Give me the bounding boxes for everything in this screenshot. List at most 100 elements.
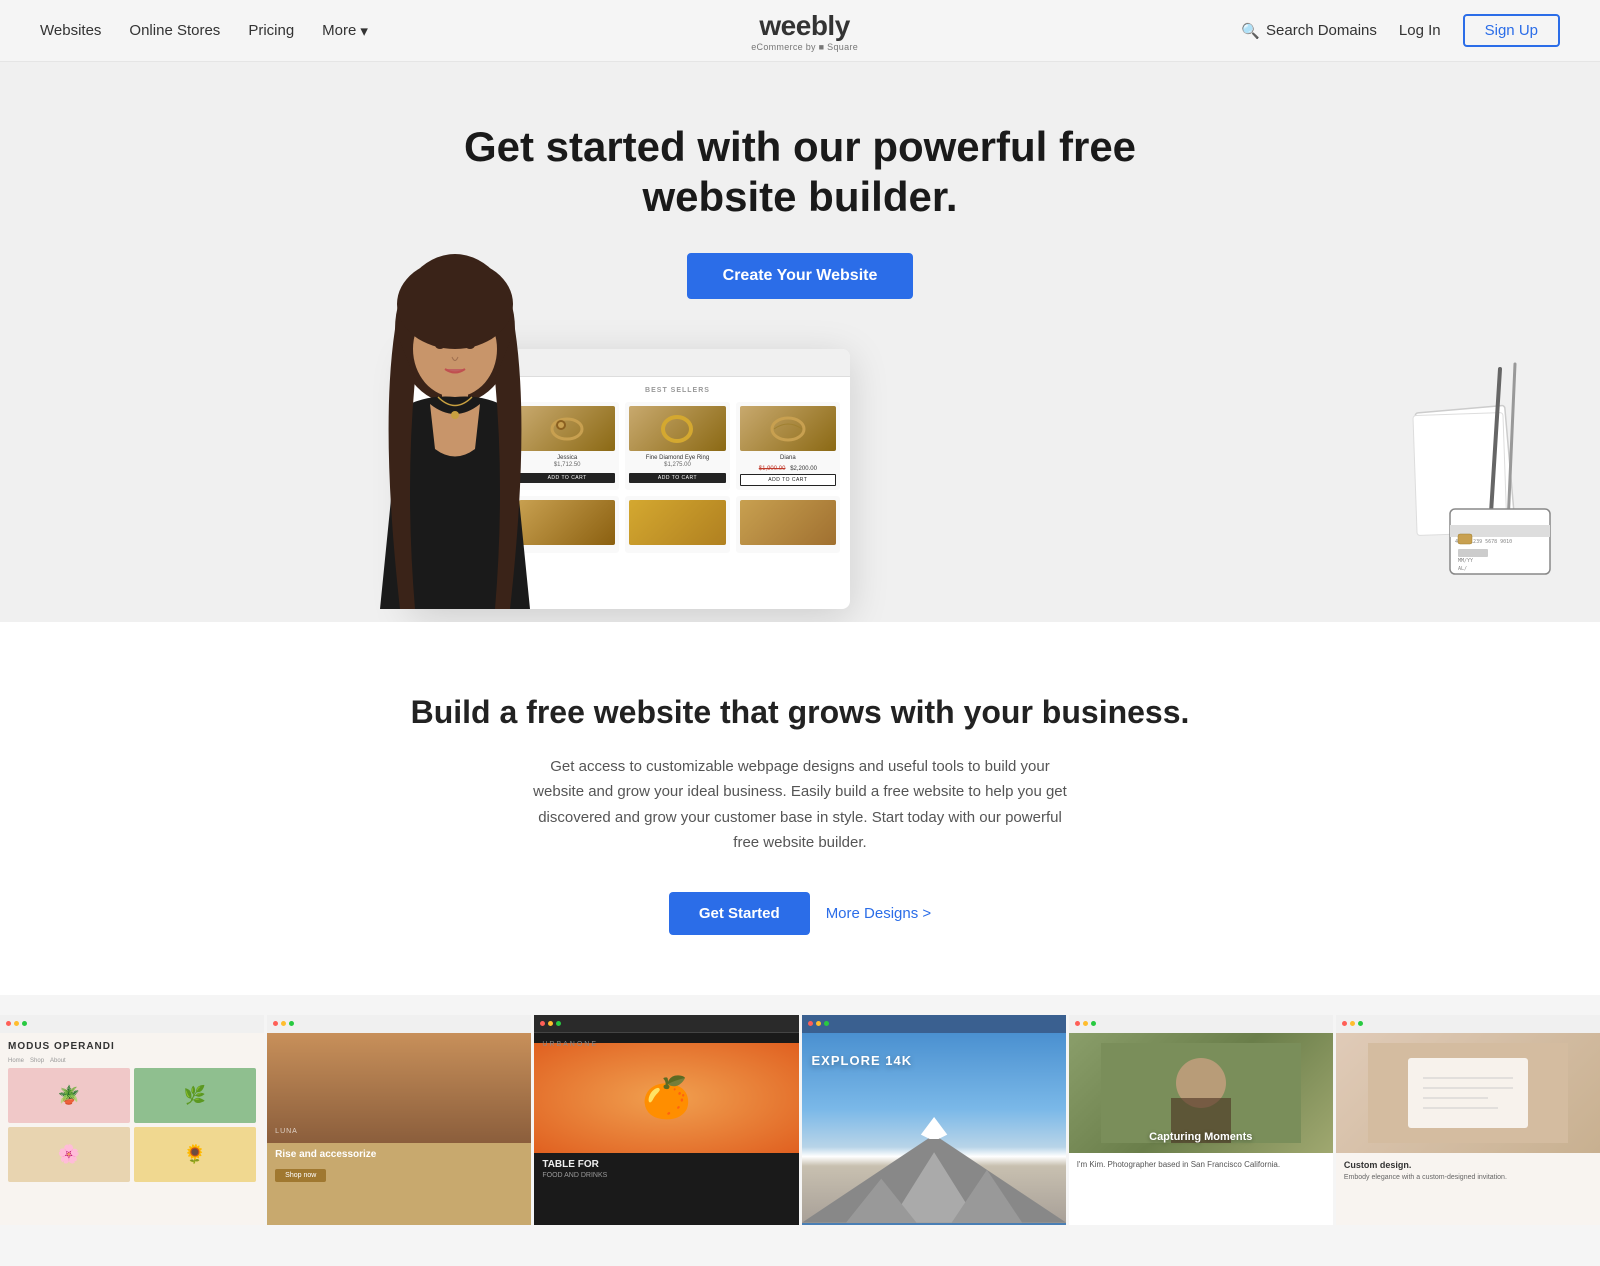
tpl-dot-green [1358,1021,1363,1026]
tpl-dot-red [273,1021,278,1026]
nav-pricing[interactable]: Pricing [248,22,294,39]
tpl-dot-red [1075,1021,1080,1026]
product-price: $1,900.00 [759,466,786,472]
template-card-custom: Custom design. Embody elegance with a cu… [1333,1015,1600,1225]
svg-text:AL/: AL/ [1458,566,1467,572]
tpl-nav-row: Home Shop About [8,1058,256,1064]
tpl-browser-bar [0,1015,264,1033]
product-card [625,496,729,553]
tpl-dot-yellow [816,1021,821,1026]
custom-name: Custom design. [1344,1159,1592,1172]
tpl-browser-bar [534,1015,798,1033]
nav-right: 🔍 Search Domains Log In Sign Up [1241,14,1560,47]
urban-sub: FOOD AND DRINKS [542,1172,790,1179]
hero-section: Get started with our powerful free websi… [0,62,1600,622]
nav-more[interactable]: More ▾ [322,22,368,40]
product-card [736,496,840,553]
nav-online-stores[interactable]: Online Stores [129,22,220,39]
hero-headline: Get started with our powerful free websi… [450,122,1150,223]
tpl-img: 🌿 [134,1068,256,1123]
tpl-dot-yellow [14,1021,19,1026]
product-grid: Jessica $1,712.50 ADD TO CART Fine Diamo… [515,402,840,490]
luna-tagline: Rise and accessorize [275,1149,523,1160]
tpl-browser-bar [267,1015,531,1033]
mountain-svg [802,1117,1066,1223]
tpl-browser-bar [802,1015,1066,1033]
kim-tagline: Capturing Moments [1069,1131,1333,1143]
product-card: Fine Diamond Eye Ring $1,275.00 ADD TO C… [625,402,729,490]
add-to-cart-button[interactable]: ADD TO CART [629,473,725,483]
luna-hero-overlay: LUNA [275,1128,298,1135]
tpl-modus-inner: MODUS OPERANDI Home Shop About 🪴 🌿 🌸 🌻 [0,1033,264,1190]
product-price: $1,275.00 [629,462,725,468]
product-image [629,500,725,545]
tpl-highland-inner: EXPLORE 14K [802,1033,1066,1223]
tpl-urban-inner: URBANONE 🍊 TABLE FOR FOOD AND DRINKS [534,1033,798,1191]
template-card-kim: Capturing Moments I'm Kim. Photographer … [1066,1015,1333,1225]
features-buttons: Get Started More Designs > [20,892,1580,935]
tpl-dot-green [22,1021,27,1026]
best-sellers-title: BEST SELLERS [515,387,840,394]
tpl-custom-inner: Custom design. Embody elegance with a cu… [1336,1033,1600,1223]
hero-woman-figure [350,249,560,609]
template-card-luna: LUNA Rise and accessorize Shop now [264,1015,531,1225]
hero-visual: △ BLAIR LAUREN BROWN LOOKBOOK BRIDAL CUS… [20,349,1580,609]
luna-hero-img: LUNA [267,1033,531,1143]
logo-brand: weebly [751,10,858,42]
tpl-browser-bar [1336,1015,1600,1033]
add-to-cart-button[interactable]: ADD TO CART [740,474,836,486]
logo: weebly eCommerce by ■ Square [751,10,858,52]
kim-sub: I'm Kim. Photographer based in San Franc… [1077,1159,1325,1171]
product-grid-row2 [515,496,840,553]
custom-text-block: Custom design. Embody elegance with a cu… [1336,1153,1600,1189]
template-card-modus: MODUS OPERANDI Home Shop About 🪴 🌿 🌸 🌻 [0,1015,264,1225]
tpl-dot-yellow [548,1021,553,1026]
logo-sub: eCommerce by ■ Square [751,42,858,52]
urban-hero-img: 🍊 [534,1043,798,1153]
tpl-browser-bar [1069,1015,1333,1033]
luna-brand: LUNA [275,1128,298,1135]
hero-sketch-decoration: 4417 1239 5678 9010 MM/YY AL/ [1360,329,1560,609]
features-body: Get access to customizable webpage desig… [525,754,1075,856]
urban-tagline: TABLE FOR [542,1159,790,1170]
create-website-button[interactable]: Create Your Website [687,253,914,299]
tpl-img: 🌻 [134,1127,256,1182]
nav-links: Websites Online Stores Pricing More ▾ [40,22,368,40]
tpl-luna-inner: LUNA Rise and accessorize Shop now [267,1033,531,1190]
search-domains-button[interactable]: 🔍 Search Domains [1241,22,1377,40]
kim-hero-img: Capturing Moments [1069,1033,1333,1153]
tpl-modus-title: MODUS OPERANDI [8,1041,256,1052]
tpl-dot-yellow [1083,1021,1088,1026]
kim-text-block: I'm Kim. Photographer based in San Franc… [1069,1153,1333,1177]
tpl-dot-red [540,1021,545,1026]
nav-more-label: More [322,22,356,39]
tpl-dot-yellow [281,1021,286,1026]
tpl-modus-grid: 🪴 🌿 🌸 🌻 [8,1068,256,1182]
tpl-kim-inner: Capturing Moments I'm Kim. Photographer … [1069,1033,1333,1223]
tpl-dot-yellow [1350,1021,1355,1026]
tpl-dot-red [808,1021,813,1026]
template-card-highland: EXPLORE 14K [799,1015,1066,1225]
login-button[interactable]: Log In [1399,22,1441,39]
tpl-dot-green [556,1021,561,1026]
product-image [740,500,836,545]
tpl-dot-red [6,1021,11,1026]
get-started-button[interactable]: Get Started [669,892,810,935]
custom-sub: Embody elegance with a custom-designed i… [1344,1173,1592,1183]
template-card-urban: URBANONE 🍊 TABLE FOR FOOD AND DRINKS [531,1015,798,1225]
svg-text:MM/YY: MM/YY [1458,558,1473,564]
luna-cta-button[interactable]: Shop now [275,1169,326,1182]
product-card: Diana $1,900.00 $2,200.00 ADD TO CART [736,402,840,490]
chevron-down-icon: ▾ [360,22,368,40]
search-domains-label: Search Domains [1266,22,1377,39]
tpl-dot-green [824,1021,829,1026]
tpl-dot-green [1091,1021,1096,1026]
tpl-dot-red [1342,1021,1347,1026]
features-section: Build a free website that grows with you… [0,622,1600,995]
features-headline: Build a free website that grows with you… [20,692,1580,734]
nav-websites[interactable]: Websites [40,22,101,39]
signup-button[interactable]: Sign Up [1463,14,1560,47]
navbar: Websites Online Stores Pricing More ▾ we… [0,0,1600,62]
product-name: Diana [740,455,836,461]
more-designs-link[interactable]: More Designs > [826,905,931,922]
